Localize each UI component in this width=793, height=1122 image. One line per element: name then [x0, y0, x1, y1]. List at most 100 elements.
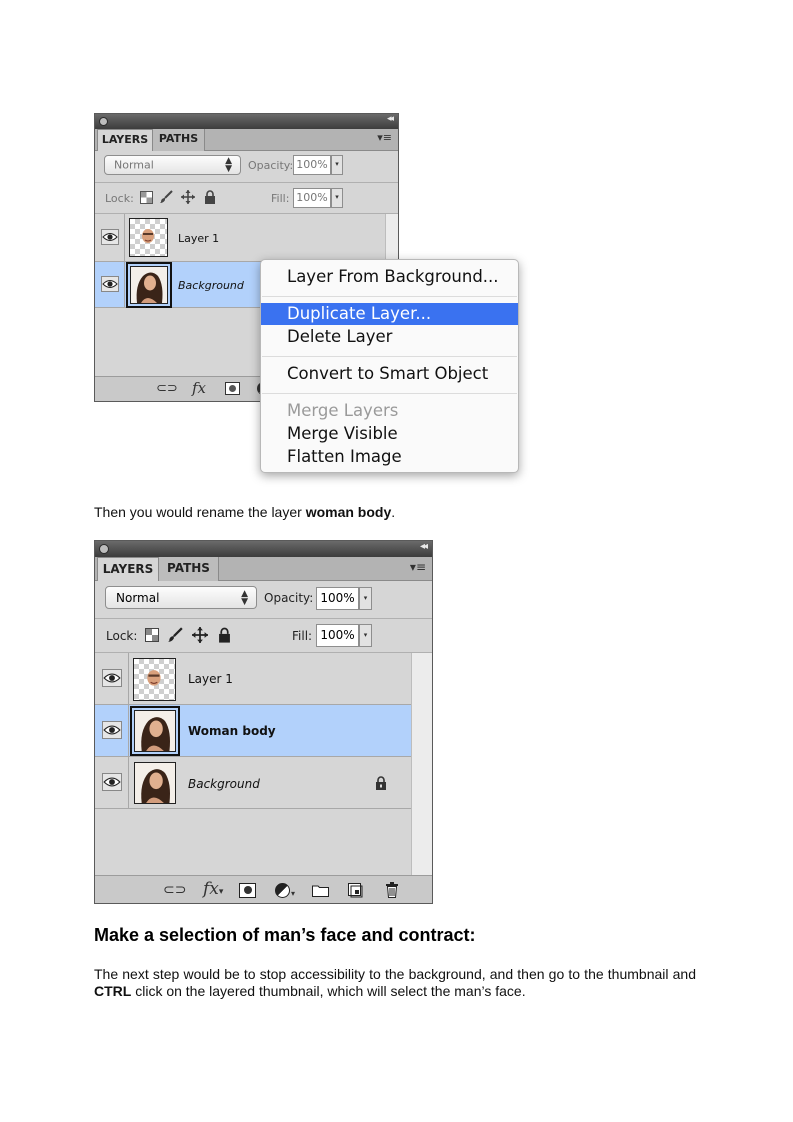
lock-label: Lock: [105, 192, 134, 205]
lock-label: Lock: [106, 629, 138, 643]
brush-icon[interactable] [167, 627, 183, 643]
new-layer-icon[interactable] [348, 883, 363, 898]
panel-menu-icon[interactable]: ▾≡ [377, 131, 392, 144]
blend-mode-value: Normal [114, 158, 154, 172]
instruction-text-end: . [391, 504, 396, 520]
menu-item-delete-layer[interactable]: Delete Layer [261, 326, 518, 348]
tab-layers[interactable]: LAYERS [97, 557, 159, 581]
mask-icon[interactable] [225, 382, 240, 395]
tab-strip: LAYERS PATHS ▾≡ [95, 129, 398, 151]
visibility-cell [95, 705, 129, 756]
layer-name[interactable]: Woman body [188, 724, 276, 738]
eye-icon[interactable] [101, 229, 119, 245]
eye-icon[interactable] [101, 276, 119, 292]
layer-thumbnail-layer-1[interactable] [129, 218, 168, 257]
section-heading: Make a selection of man’s face and contr… [94, 925, 476, 945]
lock-row: Lock: Fill: 100% ▾ [95, 619, 432, 652]
layers-list: Layer 1 Woman body Background [95, 653, 432, 875]
menu-separator [262, 356, 517, 357]
fill-label: Fill: [292, 629, 313, 643]
link-icon[interactable]: ⊂⊃ [163, 882, 186, 898]
instruction-paragraph: The next step would be to stop accessibi… [94, 966, 696, 1000]
menu-item-layer-from-background[interactable]: Layer From Background... [261, 266, 518, 288]
brush-icon[interactable] [159, 190, 173, 204]
lock-transparent-icon[interactable] [145, 628, 159, 642]
menu-item-convert-to-smart-object[interactable]: Convert to Smart Object [261, 363, 518, 385]
layer-thumbnail-background[interactable] [134, 762, 176, 804]
layers-panel-2: ◂◂ LAYERS PATHS ▾≡ Normal ▲ ▼ Opacity: 10… [94, 540, 433, 904]
lock-transparent-icon[interactable] [140, 191, 153, 204]
layer-name[interactable]: Background [178, 279, 244, 292]
tab-strip: LAYERS PATHS ▾≡ [95, 557, 432, 581]
scrollbar[interactable] [411, 653, 432, 875]
visibility-cell [95, 653, 129, 704]
opacity-input[interactable]: 100% [293, 155, 331, 175]
layer-name[interactable]: Layer 1 [178, 232, 219, 245]
layer-name[interactable]: Background [188, 777, 260, 791]
paragraph-bold-key: CTRL [94, 983, 132, 999]
chevron-updown-icon: ▲ ▼ [241, 588, 248, 607]
layer-context-menu: Layer From Background... Duplicate Layer… [260, 259, 519, 473]
fx-icon[interactable]: fx▾ [203, 879, 223, 899]
fx-icon[interactable]: fx [192, 379, 206, 397]
layer-row-layer-1[interactable]: Layer 1 [95, 214, 385, 262]
lock-icon [376, 776, 386, 790]
move-icon[interactable] [192, 627, 208, 643]
blend-mode-dropdown[interactable]: Normal ▲ ▼ [104, 155, 241, 175]
instruction-rename: Then you would rename the layer woman bo… [94, 504, 694, 521]
panel-titlebar: ◂◂ [95, 114, 398, 129]
lock-row: Lock: Fill: 100% ▾ [95, 183, 398, 213]
fill-stepper[interactable]: ▾ [359, 624, 372, 647]
fill-input[interactable]: 100% [316, 624, 359, 647]
lock-icon[interactable] [218, 627, 231, 643]
opacity-input[interactable]: 100% [316, 587, 359, 610]
trash-icon[interactable] [385, 882, 399, 898]
layer-row-background[interactable]: Background [95, 757, 411, 809]
panel-menu-icon[interactable]: ▾≡ [410, 560, 426, 574]
opacity-stepper[interactable]: ▾ [359, 587, 372, 610]
menu-item-duplicate-layer[interactable]: Duplicate Layer... [261, 303, 518, 325]
panel-titlebar: ◂◂ [95, 541, 432, 557]
layer-row-woman-body[interactable]: Woman body [95, 705, 411, 757]
layer-thumbnail-woman-body[interactable] [130, 706, 180, 756]
instruction-text: Then you would rename the layer [94, 504, 306, 520]
opacity-stepper[interactable]: ▾ [331, 155, 343, 175]
layer-thumbnail-background[interactable] [126, 262, 172, 308]
menu-item-flatten-image[interactable]: Flatten Image [261, 446, 518, 468]
close-icon[interactable] [99, 117, 108, 126]
adjustment-icon[interactable] [275, 883, 290, 898]
fill-stepper[interactable]: ▾ [331, 188, 343, 208]
paragraph-text-end: click on the layered thumbnail, which wi… [131, 983, 526, 999]
folder-icon[interactable] [312, 884, 329, 897]
menu-separator [262, 296, 517, 297]
layer-thumbnail-layer-1[interactable] [133, 658, 176, 701]
lock-icon[interactable] [204, 190, 216, 204]
menu-item-merge-visible[interactable]: Merge Visible [261, 423, 518, 445]
visibility-cell [95, 757, 129, 808]
eye-icon[interactable] [102, 721, 122, 739]
eye-icon[interactable] [102, 773, 122, 791]
fill-label: Fill: [271, 192, 290, 205]
blend-mode-value: Normal [116, 590, 160, 605]
visibility-cell [95, 214, 125, 261]
blend-mode-dropdown[interactable]: Normal ▲ ▼ [105, 586, 257, 609]
close-icon[interactable] [99, 544, 109, 554]
tab-layers[interactable]: LAYERS [97, 129, 153, 151]
blend-row: Normal ▲ ▼ Opacity: 100% ▾ [95, 151, 398, 182]
tab-paths[interactable]: PATHS [159, 557, 219, 581]
mask-icon[interactable] [239, 883, 256, 898]
opacity-label: Opacity: [248, 159, 294, 172]
layer-name[interactable]: Layer 1 [188, 672, 233, 686]
layer-row-layer-1[interactable]: Layer 1 [95, 653, 411, 705]
menu-item-merge-layers: Merge Layers [287, 401, 399, 420]
link-icon[interactable]: ⊂⊃ [156, 381, 178, 396]
collapse-icon[interactable]: ◂◂ [420, 541, 428, 552]
opacity-label: Opacity: [264, 591, 314, 605]
move-icon[interactable] [181, 190, 195, 204]
collapse-icon[interactable]: ◂◂ [387, 114, 394, 124]
eye-icon[interactable] [102, 669, 122, 687]
visibility-cell [95, 262, 125, 307]
fill-input[interactable]: 100% [293, 188, 331, 208]
blend-row: Normal ▲ ▼ Opacity: 100% ▾ [95, 581, 432, 618]
tab-paths[interactable]: PATHS [153, 129, 205, 151]
